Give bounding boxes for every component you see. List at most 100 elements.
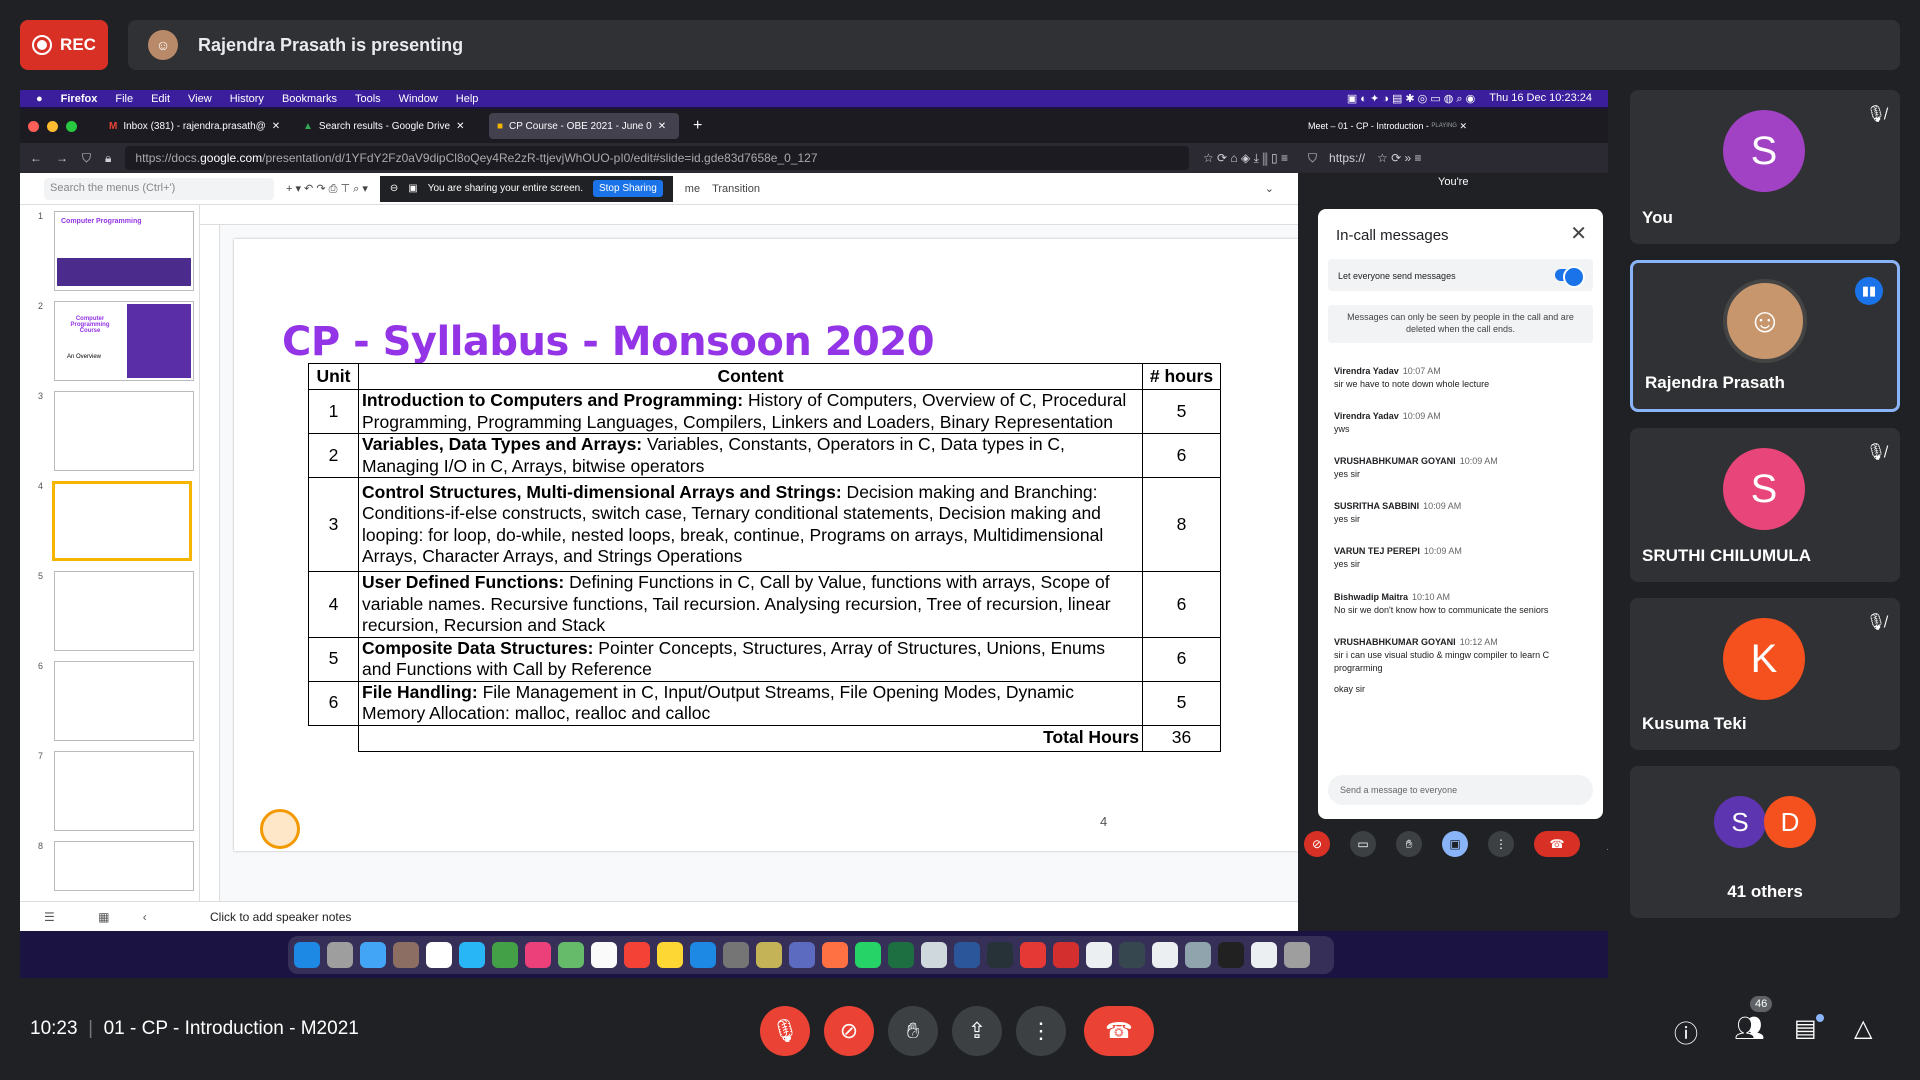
- tab-slides: ■ CP Course - OBE 2021 - June 0 ✕: [489, 113, 679, 139]
- slides-icon: ■: [497, 120, 504, 132]
- chevron-up-icon: ︿: [1600, 831, 1608, 857]
- transition-button: Transition: [712, 182, 760, 195]
- table-row: 4 User Defined Functions: Defining Functi…: [308, 571, 1221, 638]
- camera-toggle-button[interactable]: ⊘: [824, 1006, 874, 1056]
- close-icon: ✕: [657, 120, 667, 132]
- present-icon: ⇪: [967, 1018, 987, 1043]
- table-header: Unit Content # hours: [308, 363, 1221, 390]
- drive-icon: ▲: [303, 120, 313, 132]
- record-icon: [32, 35, 53, 55]
- menu-edit: Edit: [151, 92, 171, 105]
- forward-icon: →: [56, 151, 68, 165]
- chat-notice: Messages can only be seen by people in t…: [1328, 305, 1593, 343]
- chat-input: Send a message to everyone: [1328, 775, 1593, 805]
- activities-icon[interactable]: △: [1854, 1014, 1872, 1043]
- end-call-icon: ☎︎: [1105, 1018, 1133, 1043]
- chat-message: Virendra Yadav 10:07 AM sir we have to not…: [1334, 366, 1490, 389]
- thumb-6: [54, 661, 194, 741]
- chat-message: VARUN TEJ PEREPI 10:09 AM yes sir: [1334, 546, 1462, 569]
- cam-off-icon: ⊘: [1304, 831, 1330, 857]
- slides-tools-icons: + ▾ ↶ ↷ ⎙ ⊤ ⌕ ▾: [286, 182, 368, 195]
- info-icon[interactable]: ⓘ: [1674, 1014, 1698, 1049]
- thumb-5: [54, 571, 194, 651]
- search-menus-input: Search the menus (Ctrl+'): [44, 177, 274, 200]
- participant-tile-you[interactable]: 🎙︎̸ S You: [1630, 90, 1900, 244]
- gmail-icon: M: [109, 120, 118, 132]
- institute-logo: [260, 809, 300, 849]
- close-icon: ✕: [1570, 223, 1587, 245]
- mac-menubar: ● Firefox File Edit View History Bookmar…: [20, 90, 1608, 107]
- chat-message: SUSRITHA SABBINI 10:09 AM yes sir: [1334, 501, 1462, 524]
- chevron-up-icon: ⌄: [1264, 183, 1274, 195]
- menu-window: Window: [398, 92, 438, 105]
- grid-view-icon: ☰ ▦ ‹: [44, 909, 147, 924]
- tab-bar: M Inbox (381) - rajendra.prasath@ ✕ ▲ Searc…: [20, 109, 1298, 143]
- table-row: 2 Variables, Data Types and Arrays: Varia…: [308, 433, 1221, 478]
- speaker-notes: ☰ ▦ ‹ Click to add speaker notes: [20, 901, 1298, 931]
- window-controls: [28, 120, 77, 132]
- presenter-photo: ☺: [1723, 279, 1807, 363]
- shield-icon: ⛉: [1308, 150, 1318, 165]
- slide-number: 4: [1100, 814, 1108, 829]
- more-icon: ⋮: [1030, 1018, 1052, 1043]
- new-tab-icon: +: [693, 117, 703, 134]
- others-tile[interactable]: S D 41 others: [1630, 766, 1900, 918]
- tab-gmail: M Inbox (381) - rajendra.prasath@ ✕: [109, 120, 281, 132]
- slide: CP - Syllabus - Monsoon 2020 Unit Content…: [234, 239, 1298, 851]
- thumb-8: [54, 841, 194, 891]
- menu-help: Help: [455, 92, 479, 105]
- people-count-badge: 46: [1750, 996, 1773, 1012]
- url-bar: ← → ⛉ 🔒︎ https://docs. google.com/presentati…: [20, 143, 1298, 173]
- participant-tile-presenter[interactable]: ▮▮ ☺ Rajendra Prasath: [1630, 260, 1900, 412]
- chat-message: VRUSHABHKUMAR GOYANI 10:09 AM yes sir: [1334, 456, 1498, 479]
- slides-toolbar: Search the menus (Ctrl+') + ▾ ↶ ↷ ⎙ ⊤ ⌕ …: [20, 173, 1298, 205]
- speaking-icon: ▮▮: [1855, 277, 1883, 305]
- recording-indicator: REC: [20, 20, 108, 70]
- meet-mini-window: Meet – 01 - CP - Introduction - PLAYING …: [1298, 109, 1608, 931]
- hand-icon: ✋︎: [906, 1018, 920, 1043]
- screen-icon: ▣: [408, 183, 418, 194]
- mic-toggle-button[interactable]: 🎙︎: [760, 1006, 810, 1056]
- present-icon: ▣: [1442, 831, 1468, 857]
- thumb-2: Computer Programming Course An Overview: [54, 301, 194, 381]
- chat-message: Virendra Yadav 10:09 AM yws: [1334, 411, 1441, 434]
- present-button[interactable]: ⇪: [952, 1006, 1002, 1056]
- lock-icon: 🔒︎: [105, 150, 112, 165]
- address-field: https://docs. google.com/presentation/d/1…: [125, 146, 1189, 170]
- slide-canvas: CP - Syllabus - Monsoon 2020 Unit Content…: [200, 205, 1298, 901]
- meet-url: ⛉ https://☆ ⟳ » ≡: [1298, 143, 1608, 173]
- chat-icon[interactable]: ▤: [1794, 1014, 1817, 1043]
- back-icon: ←: [30, 151, 42, 165]
- camera-off-icon: ⊘: [839, 1018, 859, 1043]
- chat-panel: In-call messages ✕ Let everyone send mes…: [1318, 209, 1603, 819]
- apple-icon: ●: [36, 92, 43, 105]
- more-options-button[interactable]: ⋮: [1016, 1006, 1066, 1056]
- screen-sharing-bar: ⊖ ▣ You are sharing your entire screen. Sto…: [379, 175, 673, 202]
- close-icon: ✕: [456, 120, 465, 132]
- chat-title: In-call messages: [1336, 227, 1449, 244]
- participant-tile[interactable]: 🎙︎̸ K Kusuma Teki: [1630, 598, 1900, 750]
- toolbar-icons: ☆ ⟳ ⌂ ◈ ⤓ ⫼ ▯ ≡: [1202, 150, 1288, 165]
- thumb-4-selected: [52, 481, 192, 561]
- raise-hand-button[interactable]: ✋︎: [888, 1006, 938, 1056]
- close-icon: ✕: [1459, 120, 1468, 131]
- shared-screen: ● Firefox File Edit View History Bookmar…: [20, 90, 1608, 978]
- participant-tile[interactable]: 🎙︎̸ S SRUTHI CHILUMULA: [1630, 428, 1900, 582]
- people-icon[interactable]: 👥︎: [1734, 1014, 1764, 1043]
- end-call-icon: ☎︎: [1534, 831, 1580, 857]
- presenting-text: Rajendra Prasath is presenting: [198, 34, 464, 55]
- syllabus-table: Unit Content # hours 1 Introduction to Comp…: [308, 363, 1221, 752]
- leave-call-button[interactable]: ☎︎: [1084, 1006, 1154, 1056]
- table-total-row: Total Hours 36: [309, 724, 1221, 752]
- horizontal-ruler: [200, 205, 1298, 225]
- thumb-1: Computer Programming: [54, 211, 194, 291]
- captions-icon: ▭: [1350, 831, 1376, 857]
- table-row: 6 File Handling: File Management in C, In…: [308, 680, 1221, 726]
- more-icon: ⋮: [1488, 831, 1514, 857]
- menu-bookmarks: Bookmarks: [281, 92, 337, 105]
- minimize-icon: ⊖: [389, 183, 399, 194]
- mic-off-icon: 🎙︎: [771, 1018, 799, 1043]
- firefox-window: M Inbox (381) - rajendra.prasath@ ✕ ▲ Searc…: [20, 109, 1298, 931]
- presenting-banner: ☺ Rajendra Prasath is presenting: [128, 20, 1900, 70]
- meet-tab: Meet – 01 - CP - Introduction - PLAYING …: [1298, 109, 1608, 143]
